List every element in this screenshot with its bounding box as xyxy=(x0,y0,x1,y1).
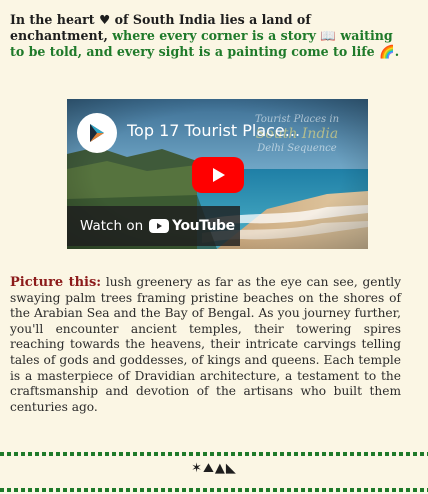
youtube-play-icon xyxy=(149,219,170,233)
rainbow-icon: 🌈 xyxy=(379,44,395,59)
intro-text: In the heart ♥ of South India lies a lan… xyxy=(10,12,400,60)
youtube-wordmark: YouTube xyxy=(172,218,235,234)
paragraph-lead: Picture this: xyxy=(10,275,102,290)
watch-on-label: Watch on xyxy=(80,218,144,234)
intro-end: . xyxy=(394,44,400,59)
youtube-video-embed[interactable]: Tourist Places in South India Delhi Sequ… xyxy=(67,99,368,249)
book-icon: 📖 xyxy=(320,28,336,43)
intro-green-1: where every corner is a story xyxy=(112,28,321,43)
dashed-divider-bottom xyxy=(0,488,428,492)
intro-part1: In the heart xyxy=(10,12,99,27)
dashed-divider-top xyxy=(0,452,428,456)
description-paragraph: Picture this: lush greenery as far as th… xyxy=(10,275,401,415)
video-title[interactable]: Top 17 Tourist Place... xyxy=(127,121,300,140)
footer-icons: ✶⛰▲◣ xyxy=(191,461,237,476)
play-icon xyxy=(213,168,225,182)
watch-on-youtube-button[interactable]: Watch on YouTube xyxy=(67,206,240,246)
overlay-line-3: Delhi Sequence xyxy=(257,143,337,154)
play-button[interactable] xyxy=(192,157,244,193)
channel-avatar[interactable] xyxy=(77,113,117,153)
heart-icon: ♥ xyxy=(98,12,111,27)
youtube-logo: YouTube xyxy=(149,218,235,234)
paragraph-body: lush greenery as far as the eye can see,… xyxy=(10,275,402,414)
channel-logo-icon xyxy=(90,124,104,142)
